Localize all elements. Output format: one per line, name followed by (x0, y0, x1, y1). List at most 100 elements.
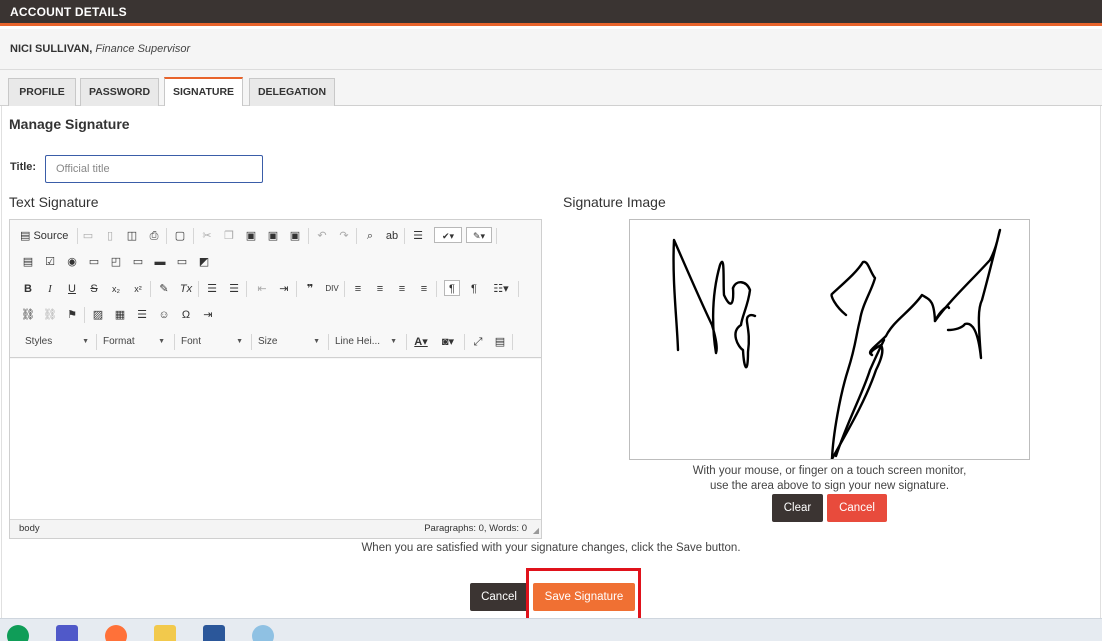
radio-icon[interactable]: ◉ (64, 254, 80, 270)
remove-format-icon[interactable]: Tx (178, 281, 194, 297)
unlink-icon[interactable]: ⛓ (42, 307, 58, 323)
image-icon[interactable]: ▨ (90, 307, 106, 323)
title-input[interactable] (45, 155, 263, 183)
paste-icon[interactable]: ▣ (243, 228, 259, 244)
redo-icon[interactable]: ↷ (336, 228, 352, 244)
special-char-icon[interactable]: Ω (178, 307, 194, 323)
div-container-icon[interactable]: DIV (324, 281, 340, 297)
chevron-down-icon: ▼ (390, 338, 397, 345)
page-break-icon[interactable]: ⇥ (200, 307, 216, 323)
align-center-icon[interactable]: ≡ (372, 281, 388, 297)
undo-icon[interactable]: ↶ (314, 228, 330, 244)
toolbar-separator (96, 334, 97, 350)
templates-icon[interactable]: ▢ (172, 228, 188, 244)
paste-text-icon[interactable]: ▣ (265, 228, 281, 244)
align-left-icon[interactable]: ≡ (350, 281, 366, 297)
signature-image-heading: Signature Image (563, 194, 666, 210)
background-color-icon[interactable]: ◙▾ (438, 334, 458, 350)
checkbox-icon[interactable]: ☑ (42, 254, 58, 270)
maximize-icon[interactable]: ⤢ (470, 334, 486, 350)
firefox-icon[interactable] (105, 625, 127, 641)
tab-password[interactable]: PASSWORD (80, 78, 159, 106)
anchor-icon[interactable]: ⚑ (64, 307, 80, 323)
word-icon[interactable] (203, 625, 225, 641)
justify-icon[interactable]: ≡ (416, 281, 432, 297)
clear-signature-button[interactable]: Clear (772, 494, 823, 522)
spellcheck-icon[interactable]: ✔▾ (434, 227, 462, 243)
outdent-icon[interactable]: ⇤ (254, 281, 270, 297)
size-combo[interactable]: Size ▼ (258, 334, 320, 350)
italic-icon[interactable]: I (42, 281, 58, 297)
app-header: ACCOUNT DETAILS (0, 0, 1102, 26)
image-button-icon[interactable]: ▭ (174, 254, 190, 270)
replace-icon[interactable]: ab (384, 228, 400, 244)
signature-drawing (672, 228, 1002, 461)
table-icon[interactable]: ▦ (112, 307, 128, 323)
bulleted-list-icon[interactable]: ☰ (226, 281, 242, 297)
preview-icon[interactable]: ◫ (124, 228, 140, 244)
copy-format-icon[interactable]: ✎ (156, 281, 172, 297)
numbered-list-icon[interactable]: ☰ (204, 281, 220, 297)
tab-signature[interactable]: SIGNATURE (164, 77, 243, 106)
source-button[interactable]: ▤ Source (20, 228, 80, 244)
line-height-combo[interactable]: Line Hei... ▼ (335, 334, 397, 350)
form-icon[interactable]: ▤ (20, 254, 36, 270)
signature-pad[interactable] (629, 219, 1030, 461)
smiley-icon[interactable]: ☺ (156, 307, 172, 323)
horizontal-line-icon[interactable]: ☰ (134, 307, 150, 323)
print-icon[interactable]: ⎙ (146, 228, 162, 244)
textarea-icon[interactable]: ◰ (108, 254, 124, 270)
blockquote-icon[interactable]: ❞ (302, 281, 318, 297)
tab-delegation[interactable]: DELEGATION (249, 78, 335, 106)
styles-combo[interactable]: Styles ▼ (25, 334, 89, 350)
button-field-icon[interactable]: ▬ (152, 254, 168, 270)
show-blocks-icon[interactable]: ▤ (492, 334, 508, 350)
chevron-down-icon: ▼ (82, 338, 89, 345)
user-info: NICI SULLIVAN, Finance Supervisor (10, 43, 191, 55)
line-height-combo-label: Line Hei... (335, 336, 381, 347)
new-page-icon[interactable]: ▯ (102, 228, 118, 244)
align-right-icon[interactable]: ≡ (394, 281, 410, 297)
font-combo[interactable]: Font ▼ (181, 334, 243, 350)
paint-icon[interactable] (252, 625, 274, 641)
save-doc-icon[interactable]: ▭ (80, 228, 96, 244)
toolbar-separator (174, 334, 175, 350)
header-title: ACCOUNT DETAILS (10, 5, 127, 19)
underline-icon[interactable]: U (64, 281, 80, 297)
text-color-icon[interactable]: A▾ (411, 334, 431, 350)
copy-icon[interactable]: ❐ (221, 228, 237, 244)
cancel-signature-button[interactable]: Cancel (827, 494, 887, 522)
strikethrough-icon[interactable]: S (86, 281, 102, 297)
cancel-button[interactable]: Cancel (470, 583, 528, 611)
resize-handle-icon[interactable]: ◢ (533, 526, 539, 535)
hangouts-icon[interactable] (7, 625, 29, 641)
indent-icon[interactable]: ⇥ (276, 281, 292, 297)
toolbar-separator (356, 228, 357, 244)
link-icon[interactable]: ⛓ (20, 307, 36, 323)
scayt-icon[interactable]: ✎▾ (466, 227, 492, 243)
editor-content-area[interactable] (10, 359, 541, 519)
language-icon[interactable]: ☷▾ (488, 281, 514, 297)
toolbar-separator (150, 281, 151, 297)
select-field-icon[interactable]: ▭ (130, 254, 146, 270)
tab-profile[interactable]: PROFILE (8, 78, 76, 106)
teams-icon[interactable] (56, 625, 78, 641)
hidden-field-icon[interactable]: ◩ (196, 254, 212, 270)
ltr-icon[interactable]: ¶ (444, 280, 460, 296)
cut-icon[interactable]: ✂ (199, 228, 215, 244)
toolbar-separator (308, 228, 309, 244)
rtl-icon[interactable]: ¶ (466, 281, 482, 297)
bold-icon[interactable]: B (20, 281, 36, 297)
signature-help-text: With your mouse, or finger on a touch sc… (629, 464, 1030, 494)
textfield-icon[interactable]: ▭ (86, 254, 102, 270)
paste-word-icon[interactable]: ▣ (287, 228, 303, 244)
toolbar-separator (166, 228, 167, 244)
chevron-down-icon: ▼ (158, 338, 165, 345)
select-all-icon[interactable]: ☰ (410, 228, 426, 244)
format-combo[interactable]: Format ▼ (103, 334, 165, 350)
superscript-icon[interactable]: x² (130, 281, 146, 297)
subscript-icon[interactable]: x₂ (108, 281, 124, 297)
element-path[interactable]: body (19, 523, 40, 534)
file-explorer-icon[interactable] (154, 625, 176, 641)
find-icon[interactable]: ⌕ (362, 228, 378, 244)
